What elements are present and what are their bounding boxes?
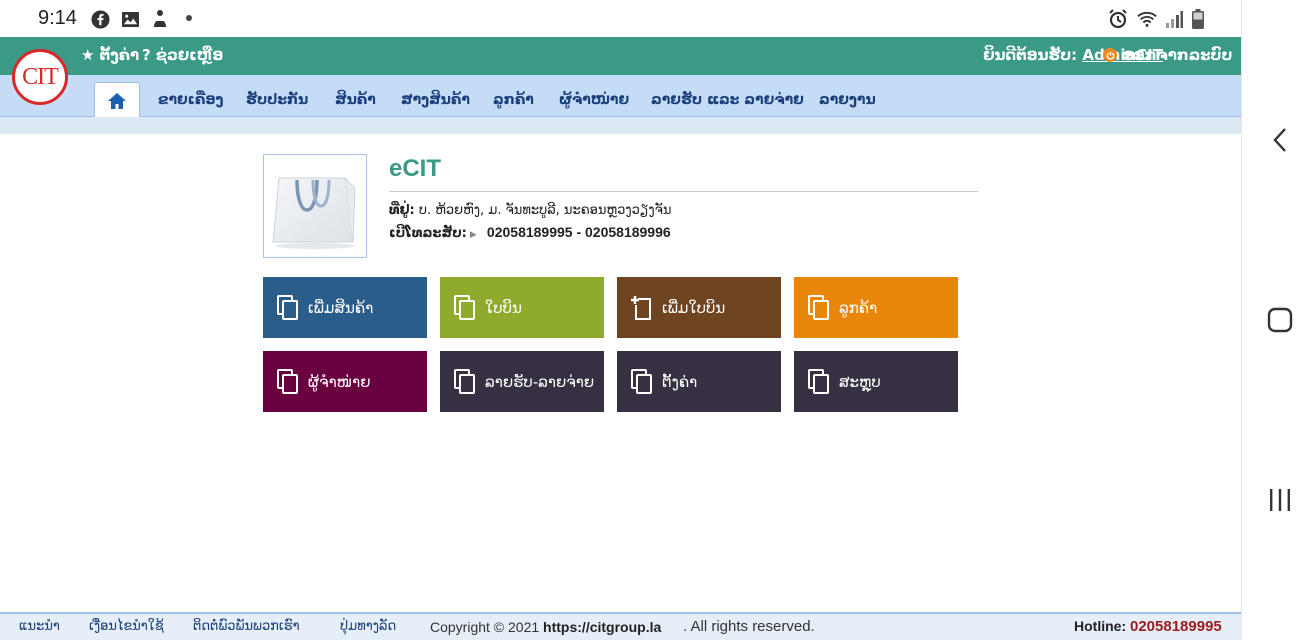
arrow-right-icon: ▶	[469, 230, 477, 240]
facebook-icon	[90, 9, 110, 29]
settings-link[interactable]: ★ ຕັ້ງຄ່າ	[81, 46, 139, 64]
nav-home-tab[interactable]	[94, 82, 140, 118]
company-phone: ເບີໂທລະສັບ: ▶ 02058189995 - 02058189996	[389, 224, 671, 241]
hotline-number: 02058189995	[1130, 618, 1222, 635]
footer-link-terms[interactable]: ເງື່ອນໄຂນຳໃຊ້	[89, 619, 164, 634]
nav-item-reports[interactable]: ລາຍງານ	[819, 92, 876, 108]
logout-link[interactable]: ອອກຈາກລະບົບ	[1103, 46, 1232, 64]
tile-label: ໃບບິນ	[485, 298, 522, 317]
nav-item-warranty[interactable]: ຮັບປະກັນ	[246, 92, 308, 108]
phone-value: 02058189995 - 02058189996	[486, 224, 671, 240]
tile-label: ຜູ້ຈຳໜ່າຍ	[308, 372, 371, 391]
document-icon	[276, 368, 300, 396]
copyright-text: Copyright © 2021	[430, 619, 540, 635]
back-icon[interactable]	[1266, 125, 1294, 155]
tile-suppliers[interactable]: ຜູ້ຈຳໜ່າຍ	[263, 351, 427, 412]
nav-item-sales[interactable]: ຂາຍເຄື່ອງ	[158, 92, 223, 108]
image-icon	[120, 9, 140, 29]
logo-text: CIT	[22, 63, 59, 90]
copyright: Copyright © 2021 https://citgroup.la	[430, 619, 661, 635]
tile-label: ເພີ່ມໃບບິນ	[662, 298, 726, 317]
tile-label: ຕັ້ງຄ່າ	[662, 372, 698, 391]
rights-text: . All rights reserved.	[683, 618, 815, 635]
document-icon	[453, 294, 477, 322]
document-icon	[807, 294, 831, 322]
tile-summary[interactable]: ສະຫຼຸບ	[794, 351, 958, 412]
phone-label: ເບີໂທລະສັບ:	[389, 226, 467, 241]
status-dot	[186, 15, 192, 21]
tile-label: ລາຍຮັບ-ລາຍຈ່າຍ	[485, 372, 595, 391]
nav-sub-strip	[0, 117, 1241, 134]
home-nav-icon[interactable]	[1266, 305, 1294, 335]
company-name: eCIT	[389, 155, 442, 182]
alarm-icon	[1108, 9, 1128, 29]
address-label: ທີ່ຢູ່:	[389, 203, 415, 218]
footer-link-intro[interactable]: ແນະນຳ	[19, 619, 60, 634]
document-icon	[276, 294, 300, 322]
footer-link-shortcuts[interactable]: ປຸ່ມທາງລັດ	[340, 619, 396, 634]
document-icon	[630, 368, 654, 396]
tile-settings[interactable]: ຕັ້ງຄ່າ	[617, 351, 781, 412]
tile-customers[interactable]: ລູກຄ້າ	[794, 277, 958, 338]
company-image	[263, 154, 367, 258]
hotline-label: Hotline:	[1074, 618, 1127, 634]
nav-item-products[interactable]: ສິນຄ້າ	[335, 92, 376, 108]
wifi-icon	[1137, 9, 1157, 29]
android-nav-bar	[1241, 0, 1315, 640]
tile-label: ເພີ່ມສິນຄ້າ	[308, 298, 374, 317]
nav-item-income-expense[interactable]: ລາຍຮັບ ແລະ ລາຍຈ່າຍ	[651, 92, 804, 108]
cit-logo[interactable]: CIT	[12, 49, 68, 105]
tile-add-product[interactable]: ເພີ່ມສິນຄ້າ	[263, 277, 427, 338]
tile-invoice[interactable]: ໃບບິນ	[440, 277, 604, 338]
nav-item-suppliers[interactable]: ຜູ້ຈຳໜ່າຍ	[559, 92, 629, 108]
notification-icon	[150, 9, 170, 29]
footer-link-contact[interactable]: ຕິດຕໍ່ພົວພັນພວກເຮົາ	[193, 619, 300, 634]
nav-item-customers[interactable]: ລູກຄ້າ	[493, 92, 534, 108]
phone-status-bar: 9:14	[0, 0, 1241, 37]
address-value: ບ. ຫ້ວຍຫົງ, ມ. ຈັນທະບູລີ, ນະຄອນຫຼວງວຽງຈັ…	[418, 203, 672, 218]
home-icon	[108, 92, 126, 109]
battery-icon	[1188, 9, 1208, 29]
add-document-icon	[630, 294, 654, 322]
signal-icon	[1164, 9, 1184, 29]
site-link[interactable]: https://citgroup.la	[543, 619, 661, 635]
hotline: Hotline: 02058189995	[1074, 618, 1222, 635]
company-address: ທີ່ຢູ່: ບ. ຫ້ວຍຫົງ, ມ. ຈັນທະບູລີ, ນະຄອນຫ…	[389, 203, 671, 218]
tile-label: ລູກຄ້າ	[839, 298, 878, 317]
nav-item-warehouse[interactable]: ສາງສິນຄ້າ	[401, 92, 470, 108]
tile-add-invoice[interactable]: ເພີ່ມໃບບິນ	[617, 277, 781, 338]
logout-label: ອອກຈາກລະບົບ	[1123, 46, 1233, 64]
welcome-label: ຍິນດີຕ້ອນຮັບ:	[983, 46, 1078, 64]
document-icon	[807, 368, 831, 396]
document-icon	[453, 368, 477, 396]
power-icon	[1103, 48, 1117, 62]
tile-income-expense[interactable]: ລາຍຮັບ-ລາຍຈ່າຍ	[440, 351, 604, 412]
help-link[interactable]: ? ຊ່ວຍເຫຼືອ	[142, 46, 223, 64]
status-time: 9:14	[38, 7, 77, 29]
company-divider	[389, 191, 978, 192]
shopping-bag-icon	[272, 177, 356, 249]
tile-label: ສະຫຼຸບ	[839, 372, 881, 391]
recents-icon[interactable]	[1266, 485, 1294, 515]
